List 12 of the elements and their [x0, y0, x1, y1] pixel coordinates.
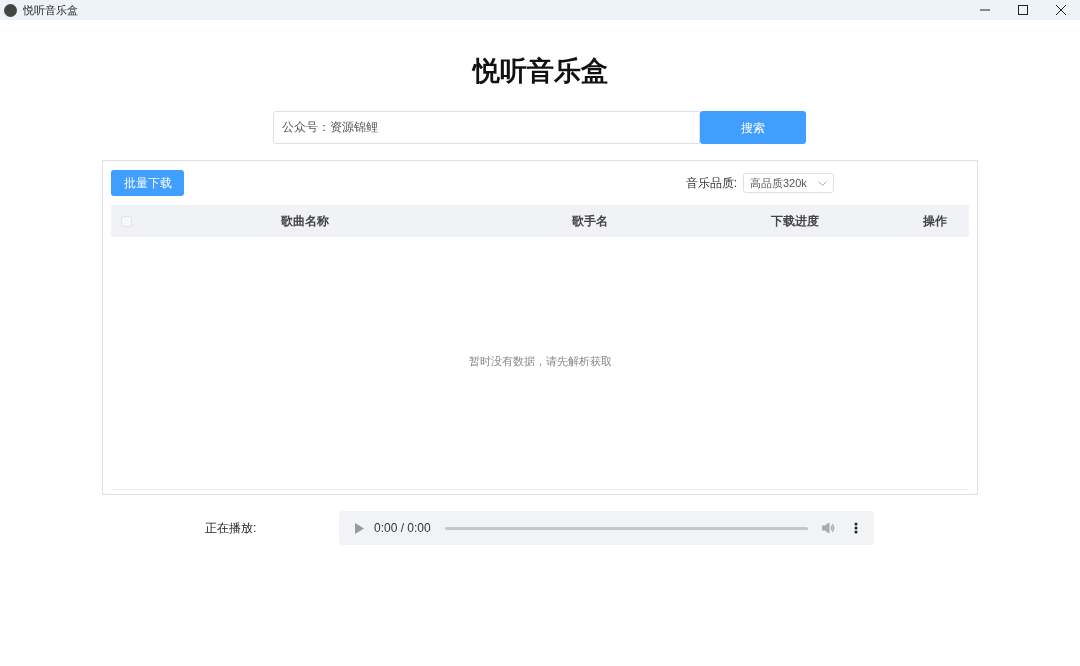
empty-message: 暂时没有数据，请先解析获取 — [468, 353, 612, 369]
page-heading: 悦听音乐盒 — [472, 55, 608, 88]
quality-select[interactable]: 高品质320k — [743, 173, 834, 193]
column-header: 歌曲名称 — [281, 213, 329, 230]
now-playing-label: 正在播放: — [205, 520, 258, 537]
search-field[interactable]: 公众号：资源锦鲤 — [272, 111, 700, 144]
column-header: 歌手名 — [572, 213, 608, 230]
quality-label: 音乐品质: — [685, 175, 737, 192]
window-title: 悦听音乐盒 — [23, 2, 78, 18]
column-header: 下载进度 — [771, 213, 819, 230]
time-display: 0:00 / 0:00 — [374, 520, 431, 537]
column-header: 操作 — [923, 213, 947, 230]
